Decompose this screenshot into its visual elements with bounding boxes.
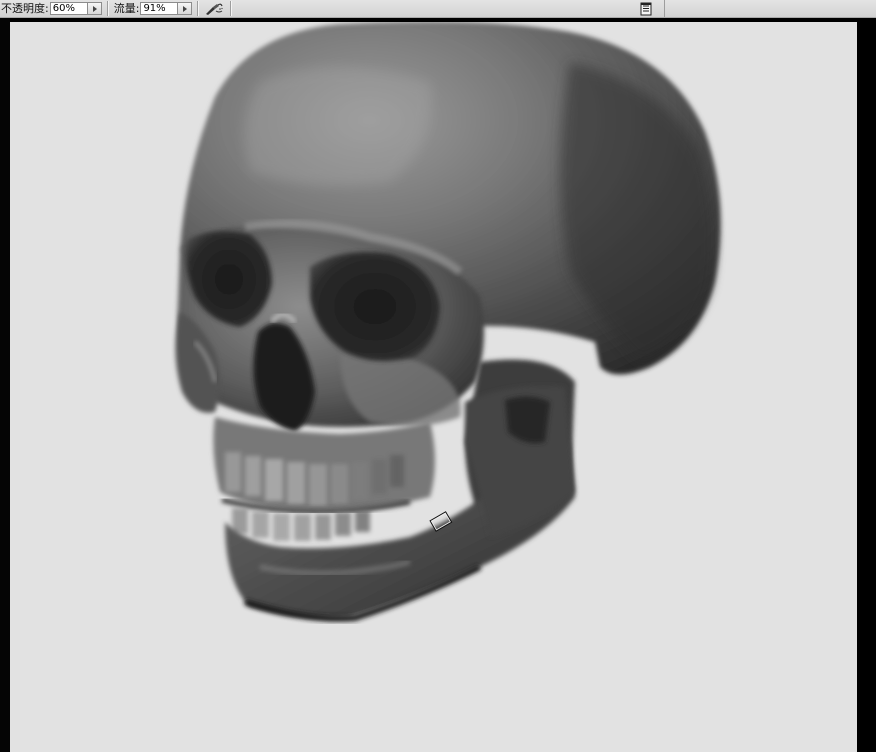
options-separator bbox=[230, 1, 233, 16]
painted-skull-artwork bbox=[175, 22, 721, 622]
options-separator bbox=[197, 1, 200, 16]
options-separator bbox=[664, 0, 665, 17]
flow-dropdown-button[interactable] bbox=[178, 2, 193, 15]
flow-control: 流量: bbox=[113, 0, 193, 17]
flow-label: 流量: bbox=[113, 1, 140, 15]
brush-panel-toggle-button[interactable] bbox=[636, 1, 656, 17]
opacity-control: 不透明度: bbox=[0, 0, 102, 17]
opacity-label: 不透明度: bbox=[1, 1, 49, 15]
opacity-input[interactable] bbox=[49, 2, 88, 15]
opacity-dropdown-button[interactable] bbox=[87, 2, 102, 15]
airbrush-toggle-button[interactable] bbox=[203, 1, 225, 17]
tool-options-bar: 不透明度: 流量: bbox=[0, 0, 876, 18]
document-canvas[interactable] bbox=[10, 22, 857, 752]
airbrush-icon bbox=[206, 3, 224, 15]
photoshop-window: 不透明度: 流量: bbox=[0, 0, 876, 752]
canvas-area bbox=[0, 18, 876, 752]
options-separator bbox=[106, 1, 109, 16]
canvas-pasteboard bbox=[0, 18, 10, 752]
flow-input[interactable] bbox=[140, 2, 179, 15]
brush-panel-toggle-icon bbox=[640, 2, 652, 16]
